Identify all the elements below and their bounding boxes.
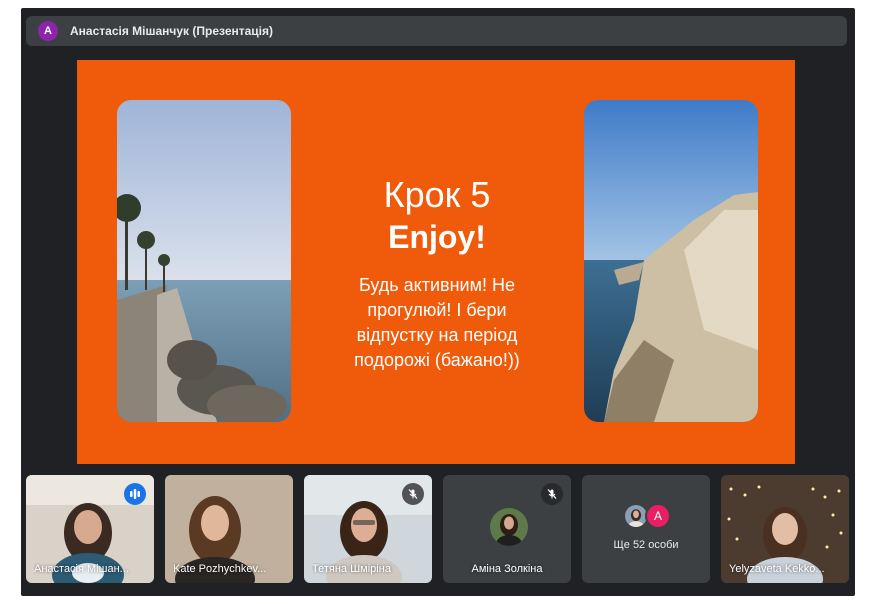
- participant-avatar-letter: A: [645, 503, 671, 529]
- participant-name: Аміна Золкіна: [471, 563, 543, 575]
- participant-tile[interactable]: Аміна Золкіна: [443, 475, 571, 583]
- mic-off-icon: [408, 489, 418, 499]
- participant-name: Тетяна Шміріна: [312, 563, 391, 575]
- mic-off-icon: [547, 489, 557, 499]
- participant-tile[interactable]: Kate Pozhychkev...: [165, 475, 293, 583]
- participant-avatar: [490, 508, 528, 546]
- slide-body-text: Будь активним! Не прогулюй! І бери відпу…: [354, 274, 520, 371]
- presentation-slide: Крок 5 Enjoy! Будь активним! Не прогулюй…: [77, 60, 795, 464]
- participant-name: Kate Pozhychkev...: [173, 563, 267, 575]
- presenter-bar: А Анастасія Мішанчук (Презентація): [26, 16, 847, 46]
- cliff-photo: [584, 100, 758, 422]
- more-participants-tile[interactable]: A Ще 52 особи: [582, 475, 710, 583]
- participant-tile[interactable]: Тетяна Шміріна: [304, 475, 432, 583]
- slide-step-title: Крок 5: [383, 174, 491, 215]
- slide-text-block: Крок 5 Enjoy! Будь активним! Не прогулюй…: [327, 175, 547, 373]
- promenade-photo: [117, 100, 291, 422]
- meet-window: А Анастасія Мішанчук (Презентація) Крок …: [21, 8, 855, 596]
- more-participants-label: Ще 52 особи: [613, 539, 679, 551]
- presenter-title: Анастасія Мішанчук (Презентація): [70, 24, 274, 38]
- mute-indicator: [402, 483, 424, 505]
- presenter-avatar: А: [38, 21, 58, 41]
- participant-tile[interactable]: Анастасія Мішан...: [26, 475, 154, 583]
- participant-name: Yelyzaveta Kekko...: [729, 563, 825, 575]
- audio-bars-icon: [130, 489, 140, 499]
- more-participants-avatars: A: [623, 503, 675, 529]
- speaking-indicator: [124, 483, 146, 505]
- mute-indicator: [541, 483, 563, 505]
- slide-headline: Enjoy!: [388, 218, 486, 255]
- participant-tile[interactable]: Yelyzaveta Kekko...: [721, 475, 849, 583]
- participant-strip: Анастасія Мішан... Kate Pozhychkev... Те…: [26, 475, 850, 583]
- participant-name: Анастасія Мішан...: [34, 563, 129, 575]
